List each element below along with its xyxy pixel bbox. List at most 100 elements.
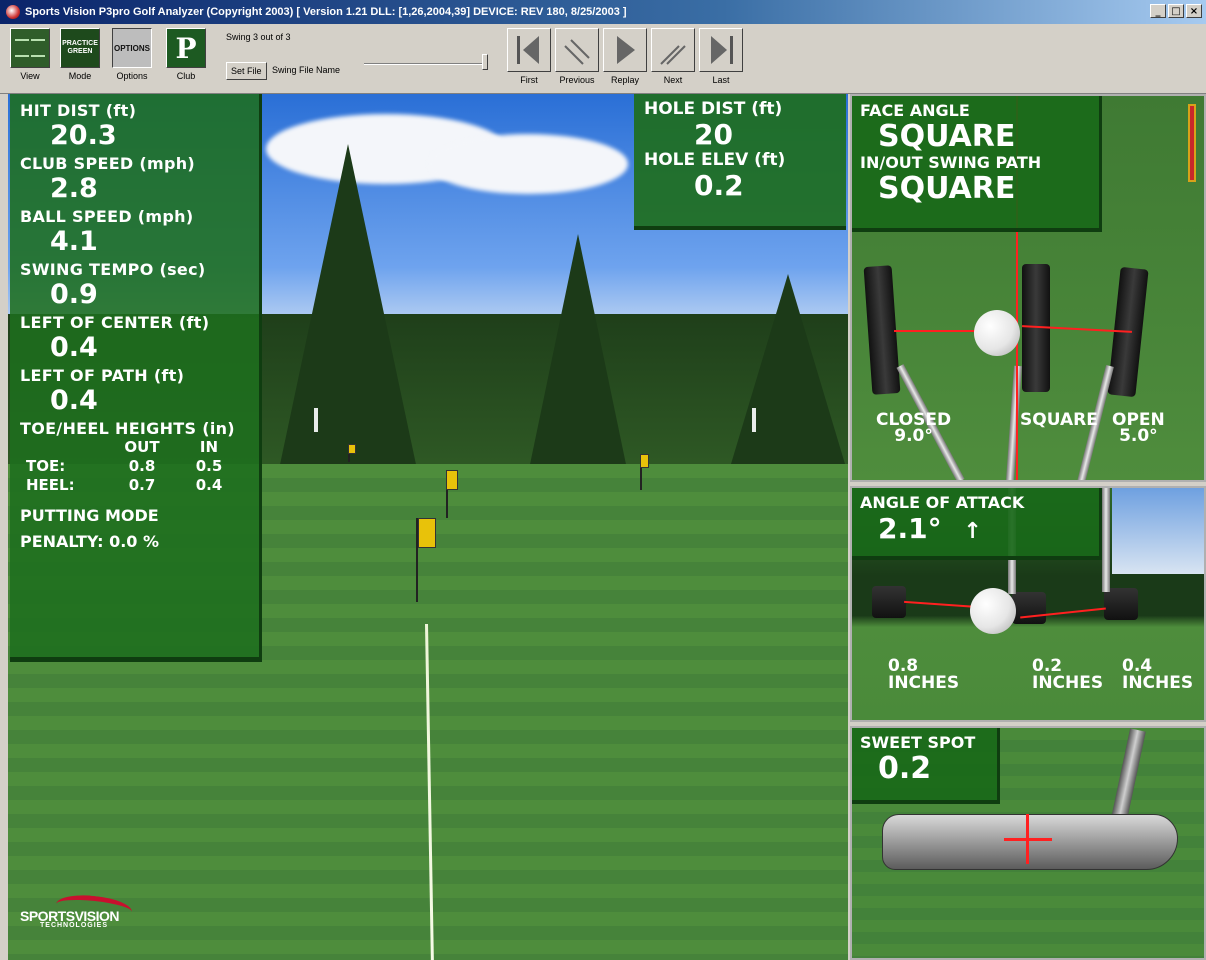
sweet-spot-value: 0.2 bbox=[878, 751, 932, 786]
cloud bbox=[428, 134, 628, 194]
set-file-button[interactable]: Set File bbox=[226, 62, 267, 80]
toe-heel-label: TOE/HEEL HEIGHTS (in) bbox=[20, 419, 235, 438]
left-of-center-label: LEFT OF CENTER (ft) bbox=[20, 313, 210, 332]
toe-heel-header: OUT IN bbox=[20, 438, 249, 457]
closed-face-line bbox=[894, 330, 984, 332]
toe-out-value: 0.8 bbox=[128, 457, 156, 475]
swing-slider-thumb[interactable] bbox=[482, 54, 488, 70]
hole-dist-label: HOLE DIST (ft) bbox=[644, 99, 783, 119]
hole-elev-label: HOLE ELEV (ft) bbox=[644, 150, 786, 170]
hole-info-panel: HOLE DIST (ft) 20 HOLE ELEV (ft) 0.2 bbox=[634, 94, 846, 230]
app-icon bbox=[6, 5, 20, 19]
swing-count: Swing 3 out of 3 bbox=[226, 32, 291, 42]
square-label: SQUARE bbox=[1020, 410, 1098, 430]
window-title: Sports Vision P3pro Golf Analyzer (Copyr… bbox=[25, 6, 627, 18]
attack-label: ANGLE OF ATTACK bbox=[860, 493, 1025, 512]
view-icon bbox=[10, 28, 50, 68]
practice-green-icon: PRACTICE GREEN bbox=[60, 28, 100, 68]
replay-label: Replay bbox=[610, 75, 639, 85]
face-angle-readout: FACE ANGLE SQUARE IN/OUT SWING PATH SQUA… bbox=[852, 96, 1102, 232]
mode-button[interactable]: PRACTICE GREEN Mode bbox=[58, 28, 102, 81]
mid-inches-unit: INCHES bbox=[1032, 673, 1104, 693]
close-button[interactable]: × bbox=[1186, 4, 1202, 18]
club-button[interactable]: P Club bbox=[164, 28, 208, 81]
hit-dist-label: HIT DIST (ft) bbox=[20, 101, 137, 120]
last-button[interactable]: Last bbox=[698, 28, 744, 85]
replay-icon bbox=[603, 28, 647, 72]
penalty-value: 0.0 % bbox=[109, 532, 160, 551]
golf-ball bbox=[970, 588, 1016, 634]
golf-ball bbox=[974, 310, 1020, 356]
swing-tempo-value: 0.9 bbox=[50, 279, 98, 310]
left-of-path-label: LEFT OF PATH (ft) bbox=[20, 366, 185, 385]
heel-label: HEEL: bbox=[26, 476, 75, 494]
mid-inches-reading: 0.2 INCHES bbox=[1032, 658, 1103, 692]
face-angle-panel: CLOSED 9.0° SQUARE OPEN 5.0° FACE ANGLE … bbox=[850, 94, 1206, 482]
sweet-spot-panel: SWEET SPOT 0.2 bbox=[850, 726, 1206, 960]
open-reading: OPEN 5.0° bbox=[1112, 412, 1165, 446]
attack-value-row: 2.1° ↑ bbox=[878, 512, 1091, 549]
penalty-label: PENALTY: bbox=[20, 532, 104, 551]
options-label: Options bbox=[116, 71, 148, 81]
sky-patch bbox=[1112, 488, 1204, 574]
mode-label: Mode bbox=[68, 71, 92, 81]
left-inches-reading: 0.8 INCHES bbox=[888, 658, 959, 692]
open-value: 5.0° bbox=[1119, 426, 1158, 446]
club-speed-label: CLUB SPEED (mph) bbox=[20, 154, 196, 173]
right-putter-head bbox=[1104, 588, 1138, 620]
last-label: Last bbox=[712, 75, 730, 85]
ball-speed-label: BALL SPEED (mph) bbox=[20, 207, 194, 226]
hit-dist-value: 20.3 bbox=[50, 120, 117, 151]
swing-path-label: IN/OUT SWING PATH bbox=[860, 153, 1042, 172]
options-icon: OPTIONS bbox=[112, 28, 152, 68]
toolbar: View PRACTICE GREEN Mode OPTIONS Options… bbox=[0, 24, 1206, 94]
swing-file-name: Swing File Name bbox=[272, 65, 341, 75]
mid-putter-head bbox=[1012, 592, 1046, 624]
target-flag-icon bbox=[418, 518, 436, 548]
closed-value: 9.0° bbox=[894, 426, 933, 446]
club-speed-value: 2.8 bbox=[50, 173, 98, 204]
next-button[interactable]: Next bbox=[650, 28, 696, 85]
putter-blade bbox=[882, 814, 1178, 870]
distance-marker bbox=[314, 408, 318, 432]
last-icon bbox=[699, 28, 743, 72]
heel-in-value: 0.4 bbox=[195, 476, 223, 494]
distance-marker bbox=[752, 408, 756, 432]
face-angle-value: SQUARE bbox=[878, 119, 1016, 154]
first-button[interactable]: First bbox=[506, 28, 552, 85]
swing-path-value: SQUARE bbox=[878, 171, 1016, 206]
hole-dist-value: 20 bbox=[694, 118, 733, 151]
flag-icon bbox=[640, 454, 649, 468]
attack-value: 2.1° bbox=[878, 512, 942, 545]
window-controls: _ □ × bbox=[1150, 4, 1202, 18]
attack-readout: ANGLE OF ATTACK 2.1° ↑ bbox=[852, 488, 1102, 560]
left-of-path-value: 0.4 bbox=[50, 385, 98, 416]
face-angle-label: FACE ANGLE bbox=[860, 101, 970, 120]
previous-button[interactable]: Previous bbox=[554, 28, 600, 85]
swing-slider[interactable] bbox=[364, 63, 484, 65]
options-button[interactable]: OPTIONS Options bbox=[110, 28, 154, 81]
heel-row: HEEL: 0.7 0.4 bbox=[20, 476, 249, 495]
putting-mode-label: PUTTING MODE bbox=[20, 506, 159, 525]
next-icon bbox=[651, 28, 695, 72]
sweet-spot-label: SWEET SPOT bbox=[860, 733, 976, 752]
minimize-button[interactable]: _ bbox=[1150, 4, 1166, 18]
right-inches-reading: 0.4 INCHES bbox=[1122, 658, 1193, 692]
toe-in-value: 0.5 bbox=[195, 457, 223, 475]
maximize-button[interactable]: □ bbox=[1168, 4, 1184, 18]
left-putter-head bbox=[872, 586, 906, 618]
penalty-row: PENALTY: 0.0 % bbox=[20, 531, 249, 553]
view-label: View bbox=[20, 71, 40, 81]
view-button[interactable]: View bbox=[8, 28, 52, 81]
swing-tempo-label: SWING TEMPO (sec) bbox=[20, 260, 206, 279]
sweet-spot-readout: SWEET SPOT 0.2 bbox=[852, 728, 1000, 804]
sportsvision-logo: SPORTSVISION TECHNOLOGIES bbox=[20, 892, 134, 929]
right-shaft bbox=[1102, 488, 1110, 592]
toe-label: TOE: bbox=[26, 457, 66, 475]
first-icon bbox=[507, 28, 551, 72]
right-inches-unit: INCHES bbox=[1122, 673, 1194, 693]
replay-button[interactable]: Replay bbox=[602, 28, 648, 85]
level-meter bbox=[1188, 104, 1196, 182]
out-column-header: OUT bbox=[124, 438, 160, 456]
flag-icon bbox=[446, 470, 458, 490]
